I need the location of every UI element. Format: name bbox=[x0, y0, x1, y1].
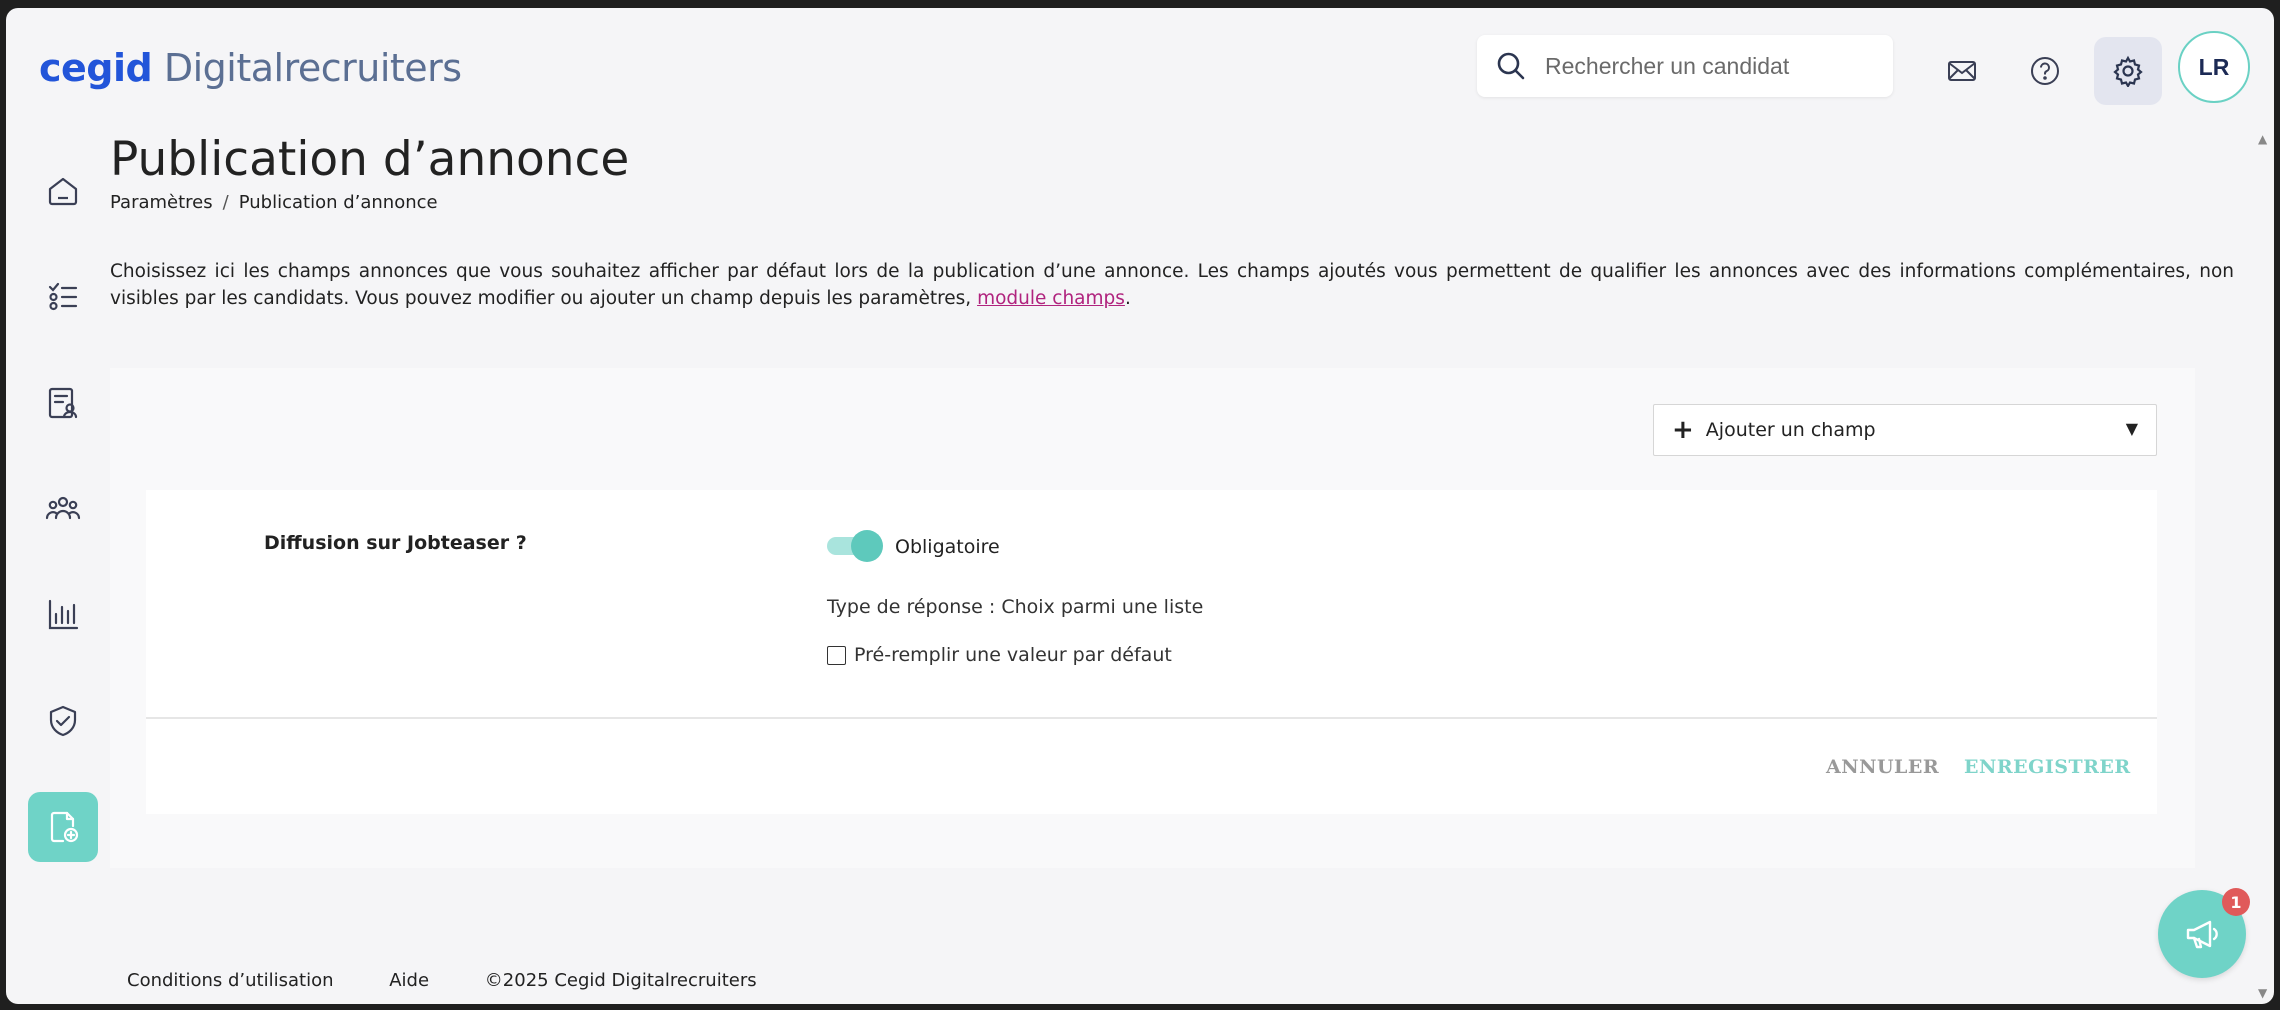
candidate-file-icon bbox=[48, 387, 78, 419]
shield-icon bbox=[49, 705, 77, 737]
sidebar-item-analytics[interactable] bbox=[28, 580, 98, 650]
card-divider bbox=[146, 717, 2157, 719]
sidebar-item-security[interactable] bbox=[28, 686, 98, 756]
mandatory-toggle-label: Obligatoire bbox=[895, 536, 1000, 558]
prefill-checkbox[interactable] bbox=[827, 645, 846, 665]
sidebar-item-tasks[interactable] bbox=[28, 262, 98, 332]
scroll-up-arrow[interactable]: ▲ bbox=[2258, 132, 2267, 146]
field-card: Diffusion sur Jobteaser ? Obligatoire Ty… bbox=[146, 490, 2157, 814]
prefill-option[interactable]: Pré-remplir une valeur par défaut bbox=[827, 644, 1172, 666]
footer: Conditions d’utilisation Aide ©2025 Cegi… bbox=[127, 970, 807, 991]
sidebar-item-home[interactable] bbox=[28, 156, 98, 226]
module-champs-link[interactable]: module champs bbox=[977, 288, 1125, 309]
analytics-icon bbox=[48, 599, 79, 630]
help-link[interactable]: Aide bbox=[389, 970, 429, 991]
mandatory-toggle[interactable] bbox=[827, 530, 883, 562]
response-type: Type de réponse : Choix parmi une liste bbox=[827, 596, 1204, 618]
breadcrumb: Paramètres / Publication d’annonce bbox=[110, 192, 438, 213]
plus-icon: + bbox=[1672, 415, 1694, 445]
app-window: cegid Digitalrecruiters LR bbox=[6, 8, 2274, 1004]
mail-icon bbox=[1948, 61, 1976, 81]
field-label: Diffusion sur Jobteaser ? bbox=[264, 532, 527, 554]
search-box[interactable] bbox=[1477, 35, 1893, 97]
caret-down-icon: ▼ bbox=[2125, 419, 2138, 438]
scroll-down-arrow[interactable]: ▼ bbox=[2258, 986, 2267, 1000]
help-icon bbox=[2031, 57, 2059, 85]
cancel-button[interactable]: ANNULER bbox=[1826, 756, 1939, 778]
logo[interactable]: cegid Digitalrecruiters bbox=[39, 46, 462, 90]
search-input[interactable] bbox=[1545, 52, 1875, 80]
mail-button[interactable] bbox=[1928, 37, 1996, 105]
sidebar-item-team[interactable] bbox=[28, 474, 98, 544]
breadcrumb-separator: / bbox=[222, 192, 229, 213]
sidebar-item-job-posting[interactable] bbox=[28, 792, 98, 862]
terms-link[interactable]: Conditions d’utilisation bbox=[127, 970, 334, 991]
help-button[interactable] bbox=[2011, 37, 2079, 105]
checklist-icon bbox=[48, 282, 78, 311]
search-icon bbox=[1497, 52, 1525, 80]
page-title: Publication d’annonce bbox=[110, 132, 630, 187]
megaphone-icon bbox=[2186, 920, 2218, 949]
add-field-label: Ajouter un champ bbox=[1705, 419, 1876, 441]
breadcrumb-item-settings[interactable]: Paramètres bbox=[110, 192, 213, 213]
save-button[interactable]: ENREGISTRER bbox=[1964, 756, 2131, 778]
sidebar-item-candidates[interactable] bbox=[28, 368, 98, 438]
breadcrumb-item-current: Publication d’annonce bbox=[238, 192, 438, 213]
settings-button[interactable] bbox=[2094, 37, 2162, 105]
intro-text: Choisissez ici les champs annonces que v… bbox=[110, 261, 2234, 309]
notification-badge: 1 bbox=[2222, 888, 2250, 916]
prefill-label: Pré-remplir une valeur par défaut bbox=[854, 644, 1172, 666]
gear-icon bbox=[2113, 55, 2143, 87]
add-document-icon bbox=[50, 811, 79, 843]
team-icon bbox=[45, 496, 81, 520]
add-field-dropdown[interactable]: + Ajouter un champ ▼ bbox=[1653, 404, 2157, 456]
home-icon bbox=[48, 177, 78, 206]
user-avatar[interactable]: LR bbox=[2178, 31, 2250, 103]
copyright: ©2025 Cegid Digitalrecruiters bbox=[484, 970, 757, 991]
